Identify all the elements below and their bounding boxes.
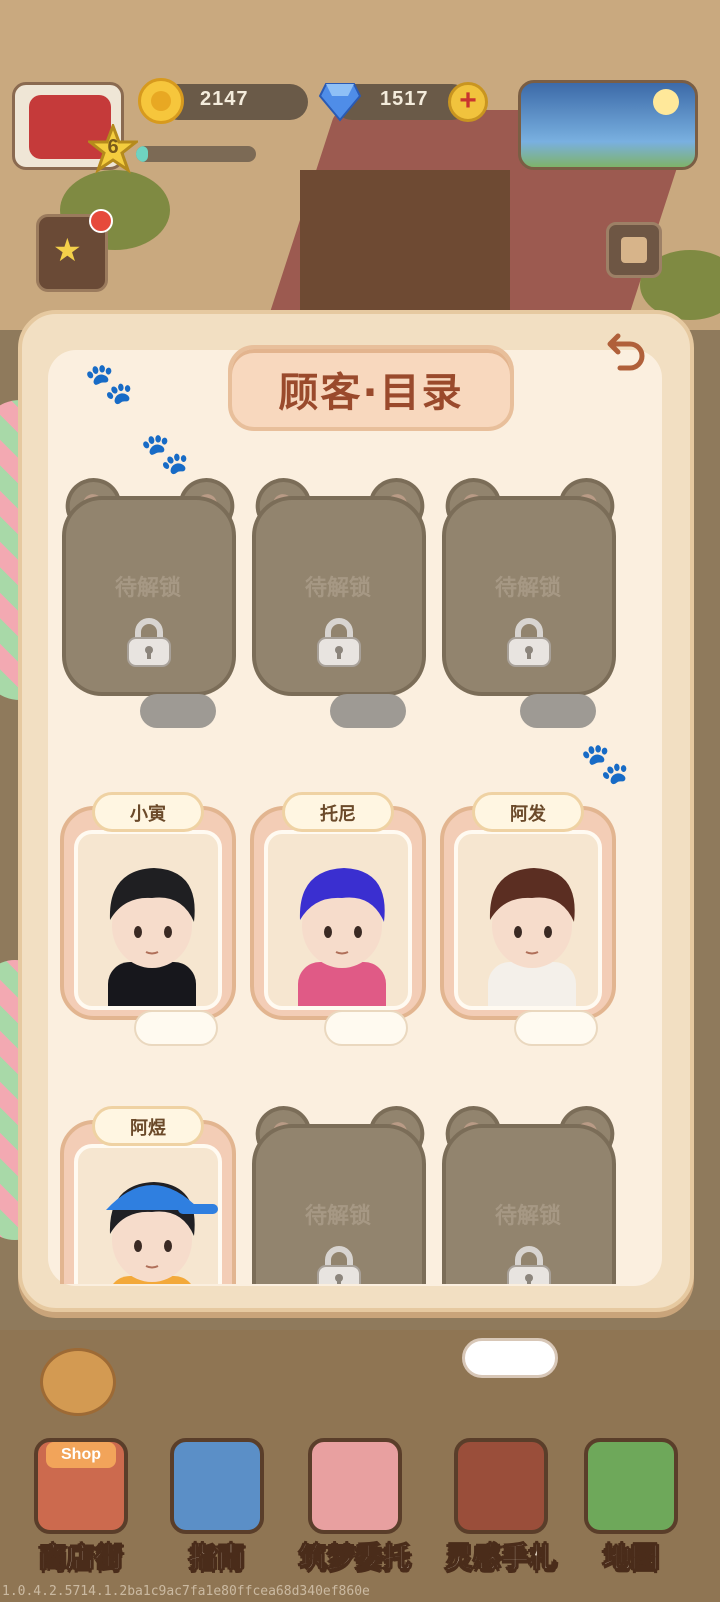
cat-tail [324, 1010, 408, 1046]
customer-grid: 待解锁 待解锁 待解锁 小寅 托尼 阿发 阿煜 待解锁 待解锁 [52, 476, 628, 1284]
locked-label: 待解锁 [494, 576, 561, 601]
nav-label: 指南 [188, 1541, 245, 1575]
padlock-icon [317, 618, 361, 667]
nav-item-guide-book[interactable]: 指南 [152, 1420, 282, 1588]
house-wall [300, 170, 510, 320]
padlock-icon [127, 618, 171, 667]
customer-name: 阿发 [510, 804, 546, 825]
notebook-quill-icon [454, 1438, 548, 1534]
cat-tail [330, 694, 406, 728]
nav-item-map-pin[interactable]: 地图 [566, 1420, 696, 1588]
padlock-icon [507, 618, 551, 667]
locked-customer-card[interactable]: 待解锁 [437, 476, 623, 730]
coin-icon [138, 78, 184, 124]
locked-customer-card[interactable]: 待解锁 [57, 476, 243, 730]
guide-book-icon [170, 1438, 264, 1534]
storage-box-button[interactable] [606, 222, 662, 278]
locked-label: 待解锁 [494, 1204, 561, 1229]
catalog-title: 顾客·目录 [278, 370, 464, 416]
undo-arrow-icon[interactable] [604, 326, 650, 372]
locked-label: 待解锁 [114, 576, 181, 601]
portrait-background [74, 1144, 222, 1284]
cat-tail [134, 1010, 218, 1046]
portrait-background [74, 830, 222, 1010]
version-string: 1.0.4.2.5714.1.2ba1c9ac7fa1e80ffcea68d34… [2, 1584, 370, 1599]
customer-card[interactable]: 阿发 [438, 789, 618, 1046]
padlock-icon [317, 1246, 361, 1284]
cat-tail [514, 1010, 598, 1046]
add-gems-button[interactable]: + [448, 82, 488, 122]
nav-label: 商店街 [38, 1541, 123, 1575]
notification-dot [89, 209, 113, 233]
locked-label: 待解锁 [304, 1204, 371, 1229]
nav-label: 地图 [602, 1541, 659, 1575]
dog-character-icon[interactable] [40, 1348, 116, 1416]
customer-avatar [108, 868, 196, 1006]
paw-print-icon: 🐾 [84, 361, 134, 407]
customer-avatar [488, 868, 576, 1006]
locked-customer-card[interactable]: 待解锁 [247, 1098, 433, 1284]
gem-amount: 1517 [380, 88, 429, 110]
nav-label: 筑梦委托 [298, 1541, 411, 1575]
locked-customer-card[interactable]: 待解锁 [247, 476, 433, 730]
xp-progress-bar [136, 146, 256, 162]
weather-scene-button[interactable] [518, 80, 698, 170]
customer-name: 小寅 [130, 804, 166, 825]
customer-avatar [298, 868, 386, 1006]
customer-name: 阿煜 [130, 1118, 166, 1139]
shop-sign: Shop [46, 1442, 116, 1468]
star-icon: ★ [53, 231, 82, 269]
cat-tail [140, 694, 216, 728]
nav-item-notebook-quill[interactable]: 灵感手札 [436, 1420, 566, 1588]
customer-name: 托尼 [320, 804, 356, 825]
customer-card[interactable]: 阿煜 [58, 1103, 238, 1284]
xp-progress-fill [136, 146, 148, 162]
coin-amount: 2147 [200, 88, 249, 110]
diamond-icon [318, 83, 362, 122]
nav-item-commission-bag[interactable]: 筑梦委托 [290, 1420, 420, 1588]
paw-print-icon: 🐾 [140, 431, 190, 477]
customer-card[interactable]: 小寅 [58, 789, 238, 1046]
nav-item-shop[interactable]: Shop 商店街 [16, 1420, 146, 1588]
sun-icon [653, 89, 679, 115]
locked-customer-card[interactable]: 待解锁 [437, 1098, 623, 1284]
achievement-book-button[interactable]: ★ [36, 209, 113, 292]
portrait-background [264, 830, 412, 1010]
level-number: 6 [107, 136, 119, 158]
padlock-icon [507, 1246, 551, 1284]
cat-tail [520, 694, 596, 728]
customer-card[interactable]: 托尼 [248, 789, 428, 1046]
locked-label: 待解锁 [304, 576, 371, 601]
nav-label: 灵感手札 [444, 1541, 557, 1575]
commission-bag-icon [308, 1438, 402, 1534]
customer-avatar [106, 1182, 218, 1284]
map-pin-icon [584, 1438, 678, 1534]
bone-sign-icon [462, 1338, 558, 1378]
portrait-background [454, 830, 602, 1010]
bottom-navigation: Shop 商店街 指南 筑梦委托 灵感手札 地图 [0, 1420, 720, 1602]
